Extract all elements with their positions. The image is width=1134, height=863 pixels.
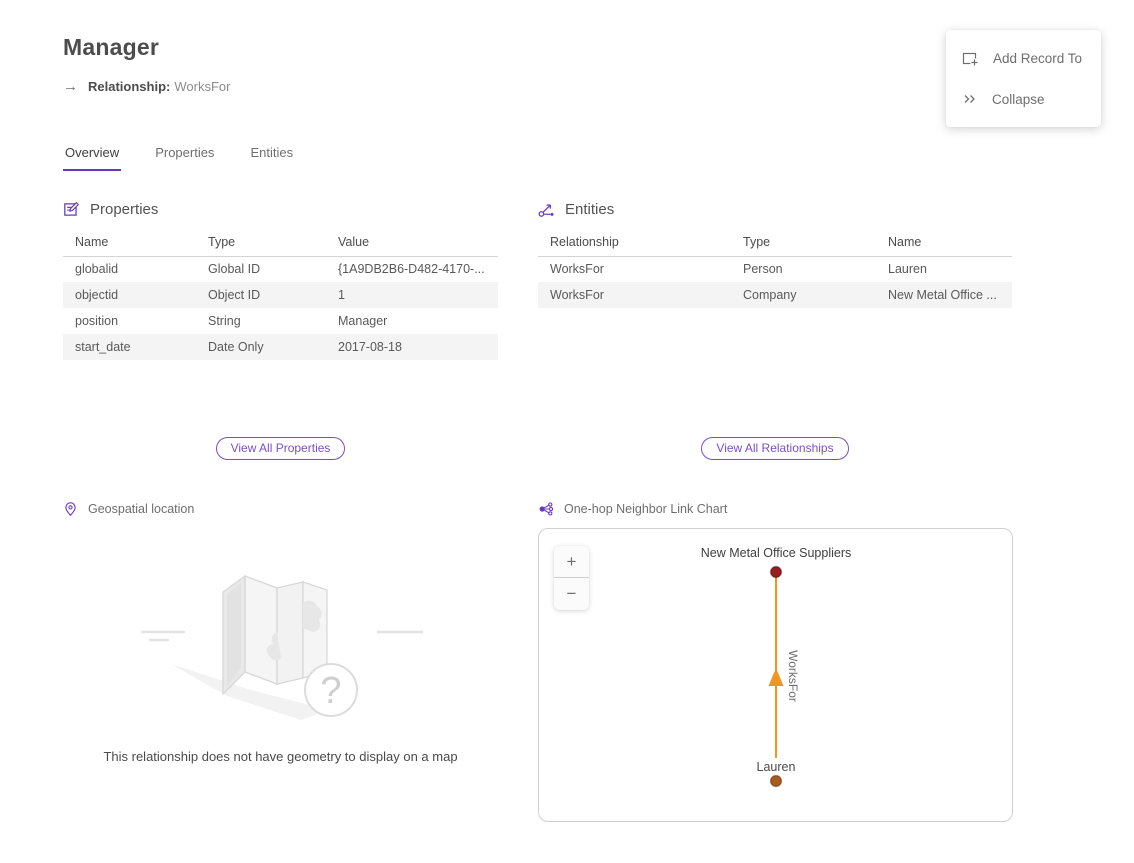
relationship-value: WorksFor (174, 79, 230, 94)
menu-item-label: Add Record To (993, 51, 1082, 66)
column-header: Type (731, 228, 876, 256)
section-title: Geospatial location (88, 502, 194, 516)
cell-name: position (63, 308, 196, 334)
tab-properties[interactable]: Properties (153, 143, 216, 171)
node-label-top: New Metal Office Suppliers (701, 546, 852, 560)
cell-type: Date Only (196, 334, 326, 360)
cell-name: globalid (63, 256, 196, 282)
edge-arrow (769, 668, 784, 686)
tab-overview[interactable]: Overview (63, 143, 121, 171)
link-chart-icon (538, 501, 554, 517)
tab-entities[interactable]: Entities (248, 143, 295, 171)
entities-icon (538, 201, 555, 218)
cell-value: {1A9DB2B6-D482-4170-... (326, 256, 498, 282)
table-row: start_date Date Only 2017-08-18 (63, 334, 498, 360)
cell-type: Company (731, 282, 876, 308)
section-title: Entities (565, 201, 614, 218)
cell-value: 2017-08-18 (326, 334, 498, 360)
node-person[interactable] (771, 776, 782, 787)
table-row: WorksFor Person Lauren (538, 256, 1012, 282)
entities-table: Relationship Type Name WorksFor Person L… (538, 228, 1012, 308)
properties-table: Name Type Value globalid Global ID {1A9D… (63, 228, 498, 360)
link-chart-graph: WorksFor New Metal Office Suppliers Laur… (539, 529, 1012, 821)
map-placeholder-illustration: ? (131, 562, 431, 732)
section-title: One-hop Neighbor Link Chart (564, 502, 727, 516)
link-chart-section: One-hop Neighbor Link Chart + − WorksFor… (538, 498, 1013, 822)
cell-type: Object ID (196, 282, 326, 308)
properties-icon (63, 201, 80, 218)
geospatial-empty-message: This relationship does not have geometry… (63, 749, 498, 764)
entities-section-header: Entities (538, 198, 1012, 220)
relationship-arrow-icon: → (63, 78, 78, 95)
view-all-relationships-button[interactable]: View All Relationships (701, 437, 848, 460)
cell-type: String (196, 308, 326, 334)
table-row: WorksFor Company New Metal Office ... (538, 282, 1012, 308)
entity-link[interactable]: Lauren (876, 256, 1012, 282)
menu-item-add-record-to[interactable]: Add Record To (946, 38, 1101, 79)
column-header: Relationship (538, 228, 731, 256)
zoom-in-button[interactable]: + (554, 546, 589, 578)
cell-type: Person (731, 256, 876, 282)
relationship-label: Relationship:WorksFor (88, 79, 230, 94)
map-pin-icon (63, 501, 78, 517)
node-label-bottom: Lauren (757, 760, 796, 774)
properties-section-header: Properties (63, 198, 498, 220)
table-row: objectid Object ID 1 (63, 282, 498, 308)
record-detail-page: Manager → Relationship:WorksFor Add Reco… (0, 0, 1134, 863)
view-all-properties-button[interactable]: View All Properties (216, 437, 346, 460)
link-chart-canvas[interactable]: + − WorksFor New Metal Office Suppliers … (538, 528, 1013, 822)
menu-item-collapse[interactable]: Collapse (946, 79, 1101, 119)
entity-link[interactable]: New Metal Office ... (876, 282, 1012, 308)
zoom-control: + − (554, 546, 589, 610)
zoom-out-button[interactable]: − (554, 578, 589, 610)
geospatial-section: Geospatial location ? This relationship … (63, 498, 498, 764)
node-company[interactable] (771, 567, 782, 578)
table-row: position String Manager (63, 308, 498, 334)
table-header-row: Relationship Type Name (538, 228, 1012, 256)
cell-name: start_date (63, 334, 196, 360)
breadcrumb: → Relationship:WorksFor (63, 78, 230, 95)
link-chart-section-header: One-hop Neighbor Link Chart (538, 498, 1013, 520)
cell-value: Manager (326, 308, 498, 334)
page-title: Manager (63, 34, 159, 61)
cell-relationship: WorksFor (538, 256, 731, 282)
edge-label: WorksFor (786, 650, 800, 702)
column-header: Type (196, 228, 326, 256)
cell-value: 1 (326, 282, 498, 308)
cell-name: objectid (63, 282, 196, 308)
column-header: Name (63, 228, 196, 256)
table-row: globalid Global ID {1A9DB2B6-D482-4170-.… (63, 256, 498, 282)
geospatial-section-header: Geospatial location (63, 498, 498, 520)
cell-relationship: WorksFor (538, 282, 731, 308)
column-header: Value (326, 228, 498, 256)
entities-section: Entities Relationship Type Name WorksFor… (538, 198, 1012, 460)
properties-section: Properties Name Type Value globalid Glob… (63, 198, 498, 460)
svg-text:?: ? (320, 670, 341, 712)
cell-type: Global ID (196, 256, 326, 282)
column-header: Name (876, 228, 1012, 256)
table-header-row: Name Type Value (63, 228, 498, 256)
context-menu: Add Record To Collapse (946, 30, 1101, 127)
section-title: Properties (90, 201, 158, 218)
add-record-icon (962, 50, 979, 67)
tab-bar: Overview Properties Entities (63, 143, 295, 171)
map-placeholder: ? (63, 562, 498, 737)
menu-item-label: Collapse (992, 92, 1045, 107)
collapse-icon (962, 91, 978, 107)
